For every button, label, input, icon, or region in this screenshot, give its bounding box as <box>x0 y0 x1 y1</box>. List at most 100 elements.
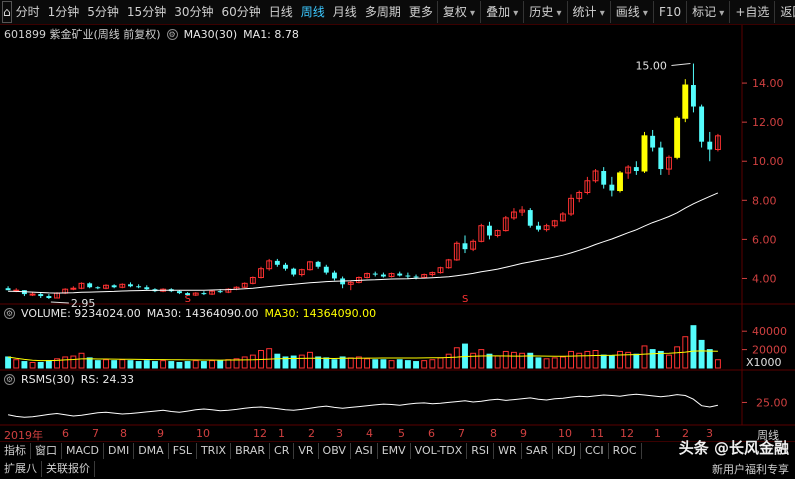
indicator-bar: 指标 窗口 MACD DMI DMA FSL TRIX BRAR CR VR OBV ASI EMV VO… <box>0 441 795 459</box>
candle-body <box>487 225 492 236</box>
volume-bar <box>209 360 216 369</box>
indicator-tab[interactable]: MACD <box>62 442 104 459</box>
volume-bar <box>510 351 517 369</box>
volume-bar <box>478 349 485 369</box>
volume-bar <box>94 360 101 369</box>
volume-bar <box>37 361 44 369</box>
low-label: 2.95 <box>71 297 96 310</box>
x-tick-label: 10 <box>558 427 572 440</box>
x-tick-label: 12 <box>253 427 267 440</box>
indicator-tab[interactable]: 窗口 <box>31 442 62 459</box>
candle-body <box>690 85 696 107</box>
bottom-tab[interactable]: 关联报价 <box>42 461 95 477</box>
indicator-tab[interactable]: EMV <box>378 442 411 459</box>
candle-body <box>413 276 419 278</box>
volume-bar <box>168 361 175 369</box>
volume-bar <box>698 339 705 369</box>
indicator-tab[interactable]: DMA <box>134 442 169 459</box>
volume-bar <box>103 359 109 369</box>
volume-bar <box>445 353 452 369</box>
volume-bar <box>347 357 354 369</box>
indicator-tab[interactable]: 指标 <box>0 442 31 459</box>
candle-body <box>405 275 411 277</box>
indicator-tab[interactable]: BRAR <box>231 442 271 459</box>
x-tick-label: 6 <box>62 427 69 440</box>
x-tick-label: 9 <box>520 427 527 440</box>
ma30-line <box>8 192 719 294</box>
volume-bar <box>388 360 395 369</box>
volume-bar <box>135 361 142 369</box>
candle-body <box>658 147 664 170</box>
volume-bar <box>535 357 542 369</box>
high-label: 15.00 <box>635 60 667 73</box>
indicator-tab[interactable]: VR <box>294 442 319 459</box>
volume-bar <box>600 354 607 369</box>
candle-body <box>136 286 142 288</box>
volume-bar <box>429 359 436 369</box>
indicator-tab[interactable]: TRIX <box>197 442 232 459</box>
volume-bar <box>470 352 477 369</box>
volume-bar <box>119 359 126 369</box>
watermark-sub: 新用户福利专享 <box>712 463 789 476</box>
indicator-tab[interactable]: WR <box>494 442 522 459</box>
volume-bar <box>45 360 52 369</box>
volume-bar <box>649 349 656 369</box>
candle-body <box>283 264 288 269</box>
candle-body <box>111 285 117 288</box>
indicator-tab[interactable]: RSI <box>467 442 495 459</box>
candle-body <box>372 273 378 275</box>
candle-body <box>46 296 52 298</box>
volume-bar <box>404 360 411 369</box>
watermark: 头条 @长风金融 <box>679 437 789 458</box>
volume-bar <box>372 359 379 369</box>
candle-body <box>128 284 133 287</box>
volume-bar <box>608 355 615 369</box>
price-tick-label: 6.00 <box>752 233 777 246</box>
x-tick-label: 11 <box>590 427 604 440</box>
volume-bar <box>396 359 403 369</box>
volume-bar <box>421 360 428 369</box>
volume-bar <box>86 357 93 369</box>
candle-body <box>682 84 689 119</box>
volume-bar <box>714 359 721 369</box>
bottom-tab[interactable]: 扩展八 <box>0 461 42 477</box>
indicator-tab[interactable]: CR <box>270 442 295 459</box>
candle-body <box>176 291 182 294</box>
indicator-tab[interactable]: FSL <box>169 442 197 459</box>
candle-body <box>527 210 533 226</box>
volume-bar <box>151 361 158 369</box>
volume-bar <box>184 361 191 369</box>
indicator-tab[interactable]: DMI <box>104 442 135 459</box>
volume-bar <box>241 356 248 369</box>
volume-bar <box>266 348 273 369</box>
candle-body <box>380 274 386 277</box>
volume-bar <box>298 354 305 369</box>
volume-bar <box>380 359 387 369</box>
candle-body <box>217 291 223 293</box>
volume-bar <box>551 357 558 369</box>
indicator-tab[interactable]: VOL-TDX <box>411 442 468 459</box>
x-tick-label: 2 <box>308 427 315 440</box>
price-tick-label: 12.00 <box>752 116 784 129</box>
candle-body <box>315 261 321 267</box>
indicator-tab[interactable]: KDJ <box>553 442 581 459</box>
candle-body <box>87 283 93 288</box>
indicator-tab[interactable]: CCI <box>581 442 609 459</box>
volume-bar <box>592 350 599 369</box>
indicator-tab[interactable]: SAR <box>522 442 554 459</box>
indicator-tab[interactable]: OBV <box>319 442 351 459</box>
volume-bar <box>519 352 526 369</box>
x-axis: 2019年 6 7 8 9 10 12 1 2 3 4 5 6 7 8 9 10 11 12 1 2 3 <box>0 427 795 442</box>
high-arrow <box>671 63 691 67</box>
candle-body <box>617 172 623 192</box>
volume-bar <box>5 356 12 369</box>
candle-body <box>650 135 656 148</box>
candle-body <box>29 293 36 296</box>
candle-body <box>397 273 403 276</box>
x-tick-label: 9 <box>157 427 164 440</box>
indicator-tab[interactable]: ROC <box>609 442 642 459</box>
volume-bar <box>543 358 550 369</box>
kline-chart[interactable]: 14.00 12.00 10.00 8.00 6.00 4.00 15.00 2.95 S S 40… <box>0 0 795 479</box>
indicator-tab[interactable]: ASI <box>351 442 378 459</box>
volume-bar <box>62 356 69 369</box>
